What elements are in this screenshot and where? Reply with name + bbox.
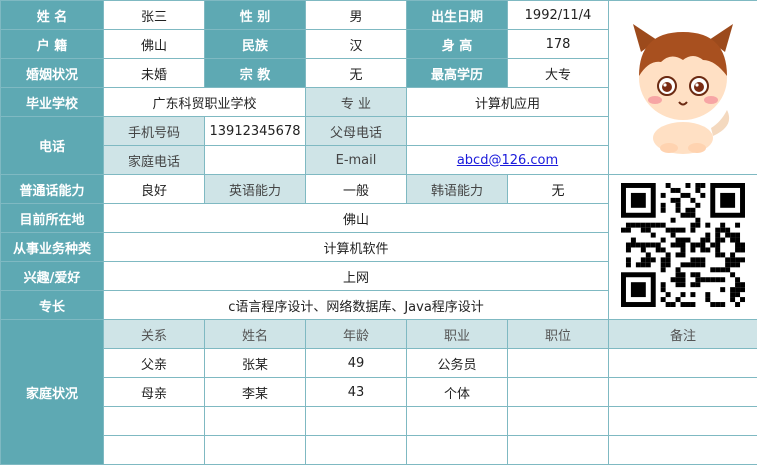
home-phone-label: 家庭电话 xyxy=(103,145,205,175)
specialty-value: c语言程序设计、网络数据库、Java程序设计 xyxy=(103,290,609,320)
marital-value: 未婚 xyxy=(103,58,205,88)
ethnicity-value: 汉 xyxy=(305,29,407,59)
family-cell xyxy=(608,406,757,436)
family-cell: 公务员 xyxy=(406,348,508,378)
marital-label: 婚姻状况 xyxy=(0,58,104,88)
job-type-label: 从事业务种类 xyxy=(0,232,104,262)
family-cell: 43 xyxy=(305,377,407,407)
phone-label: 电话 xyxy=(0,116,104,175)
korean-value: 无 xyxy=(507,174,609,204)
height-value: 178 xyxy=(507,29,609,59)
family-cell xyxy=(507,377,609,407)
qr-cell xyxy=(608,174,757,320)
name-value: 张三 xyxy=(103,0,205,30)
mobile-value: 13912345678 xyxy=(204,116,306,146)
qr-code-icon xyxy=(621,183,745,307)
email-label: E-mail xyxy=(305,145,407,175)
family-cell xyxy=(608,377,757,407)
family-row: 父亲 张某 49 公务员 xyxy=(1,348,757,378)
korean-label: 韩语能力 xyxy=(406,174,508,204)
religion-label: 宗 教 xyxy=(204,58,306,88)
family-cell xyxy=(406,435,508,465)
hobby-label: 兴趣/爱好 xyxy=(0,261,104,291)
family-cell xyxy=(507,348,609,378)
photo-cell xyxy=(608,0,757,175)
family-cell: 49 xyxy=(305,348,407,378)
religion-value: 无 xyxy=(305,58,407,88)
gender-label: 性 别 xyxy=(204,0,306,30)
resume-table: 姓 名 张三 性 别 男 出生日期 1992/11/4 户 籍 佛山 民族 汉 … xyxy=(0,0,757,465)
height-label: 身 高 xyxy=(406,29,508,59)
family-cell: 母亲 xyxy=(103,377,205,407)
mandarin-value: 良好 xyxy=(103,174,205,204)
family-row: 母亲 李某 43 个体 xyxy=(1,377,757,407)
home-phone-value xyxy=(204,145,306,175)
family-cell: 李某 xyxy=(204,377,306,407)
family-cell: 张某 xyxy=(204,348,306,378)
location-value: 佛山 xyxy=(103,203,609,233)
birth-label: 出生日期 xyxy=(406,0,508,30)
location-label: 目前所在地 xyxy=(0,203,104,233)
family-cell xyxy=(204,435,306,465)
family-cell xyxy=(204,406,306,436)
family-row xyxy=(1,435,757,465)
major-value: 计算机应用 xyxy=(406,87,609,117)
family-header-relation: 关系 xyxy=(103,319,205,349)
family-cell xyxy=(406,406,508,436)
family-cell xyxy=(507,435,609,465)
hukou-value: 佛山 xyxy=(103,29,205,59)
family-cell: 个体 xyxy=(406,377,508,407)
family-cell: 父亲 xyxy=(103,348,205,378)
family-label: 家庭状况 xyxy=(0,319,104,465)
education-label: 最高学历 xyxy=(406,58,508,88)
family-header-remarks: 备注 xyxy=(608,319,757,349)
mandarin-label: 普通话能力 xyxy=(0,174,104,204)
name-label: 姓 名 xyxy=(0,0,104,30)
birth-value: 1992/11/4 xyxy=(507,0,609,30)
family-cell xyxy=(103,406,205,436)
family-cell xyxy=(305,435,407,465)
family-cell xyxy=(608,348,757,378)
family-row xyxy=(1,406,757,436)
school-value: 广东科贸职业学校 xyxy=(103,87,306,117)
school-label: 毕业学校 xyxy=(0,87,104,117)
family-cell xyxy=(305,406,407,436)
family-header-age: 年龄 xyxy=(305,319,407,349)
major-label: 专 业 xyxy=(305,87,407,117)
family-header-occupation: 职业 xyxy=(406,319,508,349)
english-label: 英语能力 xyxy=(204,174,306,204)
english-value: 一般 xyxy=(305,174,407,204)
gender-value: 男 xyxy=(305,0,407,30)
family-cell xyxy=(608,435,757,465)
family-header-name: 姓名 xyxy=(204,319,306,349)
parent-phone-label: 父母电话 xyxy=(305,116,407,146)
email-link[interactable]: abcd@126.com xyxy=(457,153,558,168)
email-cell: abcd@126.com xyxy=(406,145,609,175)
family-header-position: 职位 xyxy=(507,319,609,349)
avatar xyxy=(633,23,733,154)
hobby-value: 上网 xyxy=(103,261,609,291)
family-cell xyxy=(103,435,205,465)
specialty-label: 专长 xyxy=(0,290,104,320)
mobile-label: 手机号码 xyxy=(103,116,205,146)
job-type-value: 计算机软件 xyxy=(103,232,609,262)
family-cell xyxy=(507,406,609,436)
parent-phone-value xyxy=(406,116,609,146)
hukou-label: 户 籍 xyxy=(0,29,104,59)
ethnicity-label: 民族 xyxy=(204,29,306,59)
education-value: 大专 xyxy=(507,58,609,88)
